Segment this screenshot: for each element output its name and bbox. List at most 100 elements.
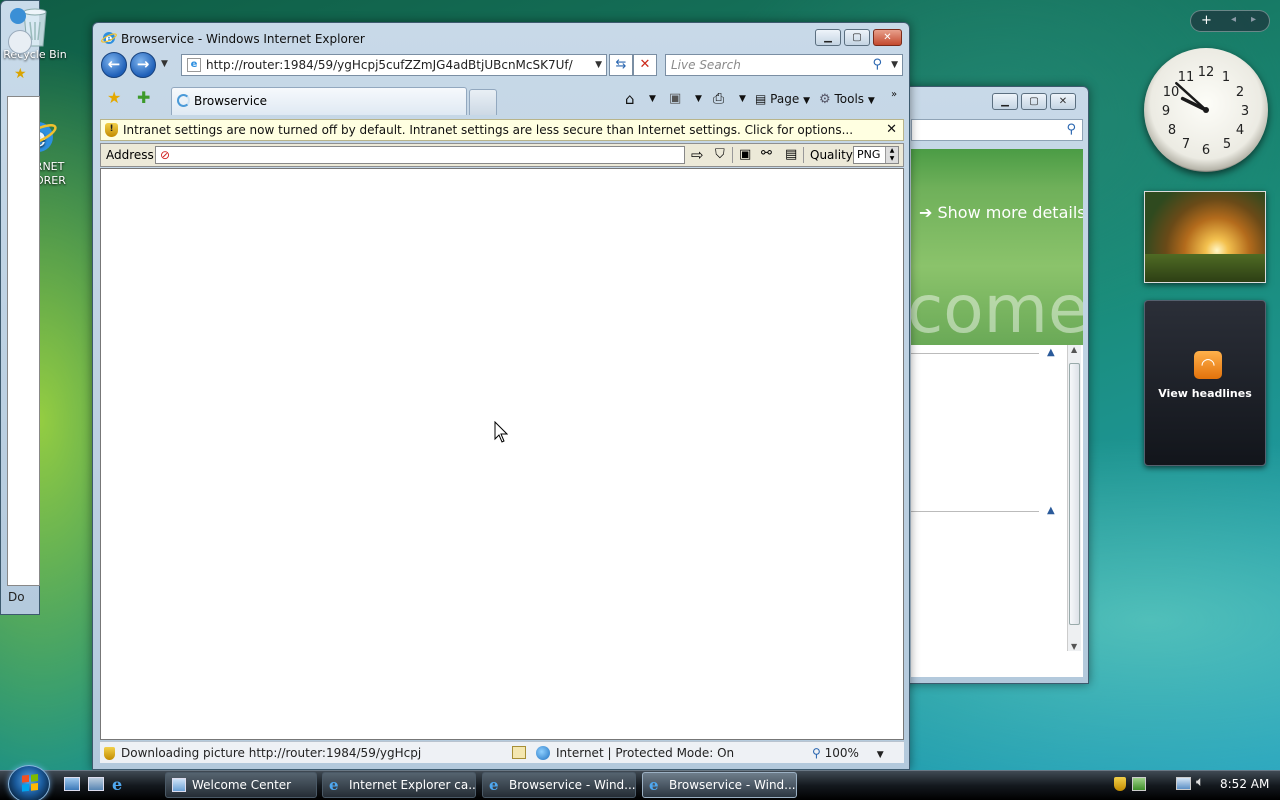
close-button[interactable]: ✕ — [1050, 93, 1076, 110]
status-bar: Downloading picture http://router:1984/5… — [100, 741, 904, 763]
taskbar-clock[interactable]: 8:52 AM — [1220, 777, 1269, 791]
shield-icon — [104, 747, 115, 760]
svg-text:3: 3 — [1241, 104, 1249, 119]
favorites-center-icon[interactable]: ★ — [107, 88, 121, 107]
tab-label: Browservice — [194, 94, 268, 108]
volume-muted-icon[interactable]: 🔈︎ — [1196, 774, 1204, 790]
taskbar-item-internet-explorer[interactable]: e Internet Explorer ca... — [322, 772, 476, 798]
recent-pages-dropdown-icon[interactable]: ▼ — [161, 59, 168, 69]
address-url[interactable]: http://router:1984/59/ygHcpj5cufZZmJG4ad… — [206, 58, 573, 72]
address-dropdown-icon[interactable]: ▼ — [595, 55, 602, 75]
popup-blocker-icon[interactable] — [512, 746, 526, 759]
quality-label: Quality — [810, 148, 853, 162]
security-zone[interactable]: Internet | Protected Mode: On — [556, 742, 734, 764]
save-image-icon[interactable]: ▣ — [739, 147, 751, 162]
view-headlines-link[interactable]: View headlines — [1145, 387, 1265, 400]
taskbar-item-browservice-1[interactable]: e Browservice - Wind... — [482, 772, 636, 798]
back-window-star-icon[interactable]: ★ — [14, 66, 30, 82]
minimize-button[interactable]: ▁ — [992, 93, 1018, 110]
scrollbar-thumb[interactable] — [1069, 363, 1080, 625]
print-icon[interactable]: ⎙ — [713, 89, 724, 109]
bookmark-icon[interactable]: ⛉ — [715, 147, 725, 162]
forward-button[interactable]: → — [130, 52, 156, 78]
quality-stepper[interactable]: ▲ ▼ — [885, 147, 898, 163]
page-menu[interactable]: ▤ Page ▼ — [755, 89, 810, 109]
vertical-scrollbar[interactable]: ▲ ▼ — [1067, 345, 1081, 651]
zoom-dropdown-icon: ▼ — [876, 750, 884, 760]
switch-windows-icon[interactable] — [88, 777, 104, 791]
scroll-down-arrow-icon[interactable]: ▼ — [1071, 642, 1077, 651]
internet-explorer-quicklaunch-icon[interactable]: e — [112, 775, 122, 794]
close-button[interactable]: ✕ — [873, 29, 902, 46]
command-bar: ⌂ ▼ ▣ ▼ ⎙ ▼ ▤ Page ▼ ⚙ Tools ▼ » — [621, 89, 906, 111]
tools-menu[interactable]: ⚙ Tools ▼ — [819, 89, 875, 109]
ie-title-icon: e — [101, 30, 117, 46]
home-icon[interactable]: ⌂ — [625, 89, 635, 109]
page-content[interactable] — [100, 168, 904, 740]
separator — [732, 147, 733, 163]
show-more-details-link[interactable]: ➔ Show more details — [919, 203, 1083, 222]
tray-app-icon[interactable] — [1132, 777, 1146, 791]
search-icon[interactable]: ⚲ — [1066, 122, 1076, 137]
show-desktop-icon[interactable] — [64, 777, 80, 791]
go-arrow-icon[interactable]: ⇨ — [691, 146, 704, 164]
feeds-icon[interactable]: ▣ — [669, 89, 681, 109]
infobar-text: Intranet settings are now turned off by … — [123, 123, 854, 137]
svg-text:6: 6 — [1202, 143, 1210, 158]
welcome-search-field[interactable]: ⚲ — [911, 119, 1083, 141]
windows-logo-icon — [22, 773, 38, 792]
mouse-cursor-icon — [494, 420, 509, 446]
network-icon[interactable] — [1176, 777, 1191, 790]
arrow-right-icon: ➔ — [919, 203, 933, 222]
clipboard-icon[interactable]: ▤ — [785, 147, 797, 162]
print-dropdown-icon[interactable]: ▼ — [739, 89, 746, 109]
stop-button[interactable]: ✕ — [633, 54, 657, 76]
feeds-dropdown-icon[interactable]: ▼ — [695, 89, 702, 109]
ie-window[interactable]: e Browservice - Windows Internet Explore… — [92, 22, 910, 770]
new-tab-button[interactable] — [469, 89, 497, 115]
clock-gadget[interactable]: 12 1 2 345 678 9 10 11 — [1144, 48, 1268, 172]
taskbar-item-welcome-center[interactable]: Welcome Center — [165, 772, 317, 798]
collapse-icon[interactable]: ▲ — [1047, 347, 1055, 358]
zoom-control[interactable]: ⚲ 100% ▼ — [812, 742, 884, 766]
previous-icon[interactable]: ◂ — [1231, 14, 1236, 25]
maximize-button[interactable]: ▢ — [1021, 93, 1047, 110]
tools-dropdown-icon: ▼ — [867, 96, 875, 106]
quality-selector[interactable]: PNG ▲ ▼ — [853, 146, 899, 164]
home-dropdown-icon[interactable]: ▼ — [649, 89, 656, 109]
maximize-button[interactable]: ▢ — [844, 29, 870, 46]
browservice-address-field[interactable]: ⊘ — [155, 146, 685, 164]
search-icon[interactable]: ⚲ — [872, 55, 882, 75]
close-infobar-icon[interactable]: ✕ — [886, 120, 897, 140]
taskbar-item-browservice-2[interactable]: e Browservice - Wind... — [642, 772, 797, 798]
svg-text:2: 2 — [1236, 85, 1244, 100]
search-box[interactable]: Live Search ⚲ ▼ — [665, 54, 903, 76]
welcome-content-area: ▲ ▲ ▲ ▼ — [911, 345, 1083, 677]
add-gadget-icon[interactable]: + — [1201, 13, 1212, 28]
scroll-up-arrow-icon[interactable]: ▲ — [1071, 345, 1077, 354]
slideshow-image — [1145, 254, 1265, 282]
refresh-button[interactable]: ⇆ — [609, 54, 633, 76]
slideshow-gadget[interactable] — [1144, 191, 1266, 283]
welcome-center-window[interactable]: ▁ ▢ ✕ ⚲ ➔ Show more details come ▲ ▲ ▲ ▼ — [880, 86, 1089, 684]
back-button[interactable]: ← — [101, 52, 127, 78]
browservice-toolbar: Address ⊘ ⇨ ⛉ ▣ ⚯ ▤ Quality PNG ▲ ▼ — [100, 143, 904, 167]
next-icon[interactable]: ▸ — [1251, 14, 1256, 25]
information-bar[interactable]: ! Intranet settings are now turned off b… — [100, 119, 904, 141]
find-icon[interactable]: ⚯ — [761, 146, 772, 161]
feed-headlines-gadget[interactable]: ◠ View headlines — [1144, 300, 1266, 466]
start-button[interactable] — [8, 765, 50, 800]
clock-face: 12 12 345 678 91011 — [1162, 65, 1249, 158]
zoom-icon: ⚲ — [812, 746, 821, 760]
back-window-nav-button[interactable] — [8, 30, 32, 54]
minimize-button[interactable]: ▁ — [815, 29, 841, 46]
add-favorites-icon[interactable]: ✚ — [137, 88, 150, 107]
search-options-dropdown-icon[interactable]: ▼ — [891, 55, 898, 75]
collapse-icon[interactable]: ▲ — [1047, 505, 1055, 516]
address-bar[interactable]: e http://router:1984/59/ygHcpj5cufZZmJG4… — [181, 54, 607, 76]
security-shield-icon[interactable] — [1114, 777, 1126, 791]
background-window[interactable]: ★ Do — [0, 0, 40, 615]
tab-browservice[interactable]: Browservice — [171, 87, 467, 115]
chevron-more-icon[interactable]: » — [891, 85, 897, 105]
svg-text:11: 11 — [1178, 70, 1195, 85]
